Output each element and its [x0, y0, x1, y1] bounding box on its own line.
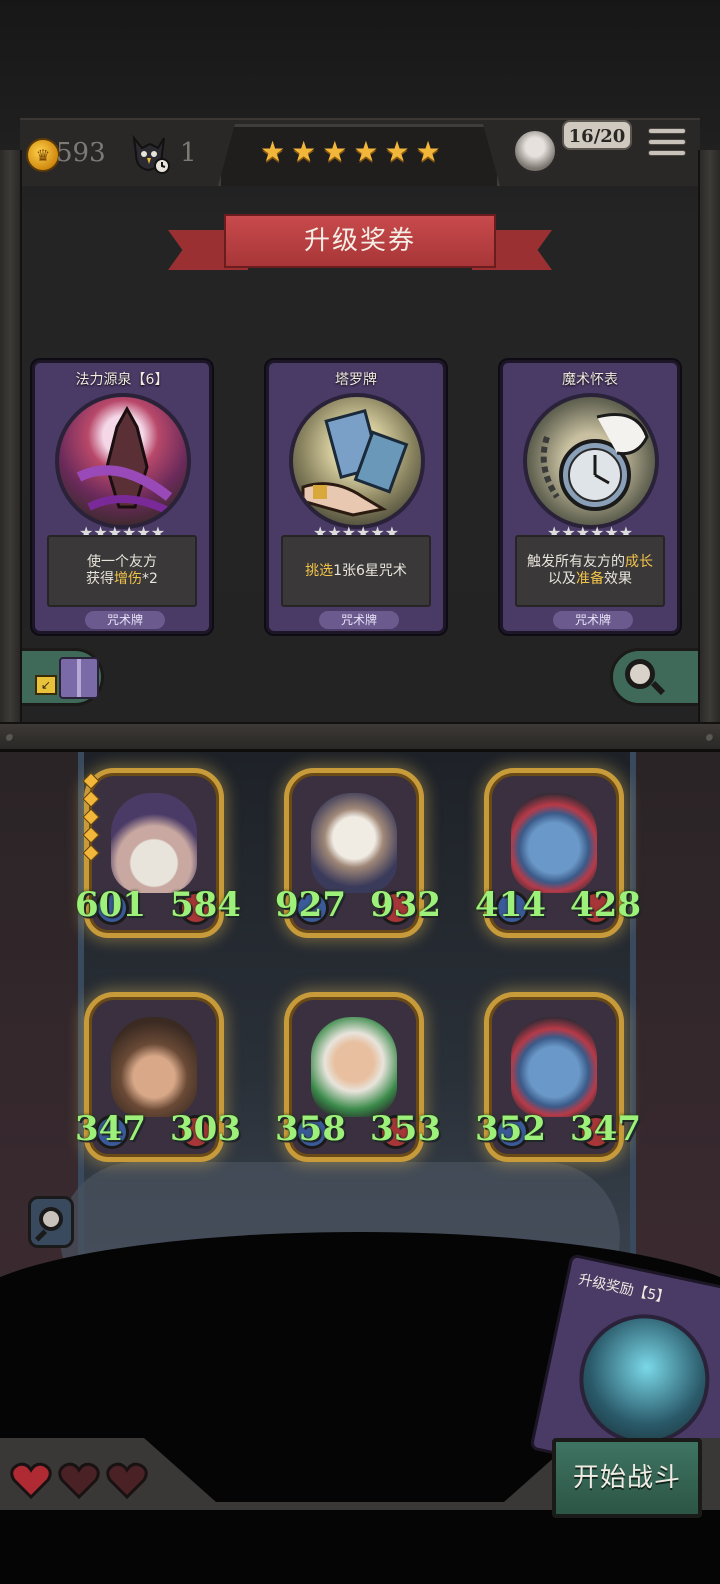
rivet — [6, 734, 14, 742]
card-title: 塔罗牌 — [335, 372, 377, 388]
scientist-portrait — [311, 1017, 397, 1117]
mage-figure — [76, 405, 182, 521]
card-title: 法力源泉【6】 — [75, 372, 169, 388]
spell-card-tarot[interactable]: 塔罗牌 ★★★★★★ 挑选1张6星咒术 咒术牌 — [266, 360, 446, 634]
frame-left — [0, 150, 22, 740]
health-value: 353 — [370, 1109, 441, 1149]
keyword-text: 挑选 — [305, 562, 334, 579]
heart-icon — [10, 1462, 52, 1500]
troll-portrait — [511, 1017, 597, 1117]
board-search-button[interactable] — [28, 1196, 74, 1248]
card-type-label: 咒术牌 — [85, 611, 165, 629]
gold-coin-icon: ♛ — [26, 138, 60, 172]
magnifier-handle — [34, 1229, 48, 1242]
magnifier-icon — [39, 1207, 63, 1231]
level-diamond-icon — [82, 790, 100, 808]
pocket-watch-figure — [540, 413, 649, 511]
magnifier-handle — [650, 680, 666, 696]
start-battle-button[interactable]: 开始战斗 — [552, 1438, 702, 1518]
hero-card[interactable]: 358 353 — [275, 992, 441, 1162]
hero-card[interactable]: 352 347 — [475, 992, 641, 1162]
card-description: 使一个友方 获得增伤*2 — [47, 535, 197, 607]
hero-card[interactable]: 927 932 — [275, 768, 441, 938]
troll-portrait — [511, 793, 597, 893]
hero-card[interactable]: 347 303 — [75, 992, 241, 1162]
health-value: 932 — [370, 885, 441, 925]
card-description: 触发所有友方的成长以及准备效果 — [515, 535, 665, 607]
star-icon: ★ — [415, 135, 441, 168]
wizard-portrait — [111, 793, 197, 893]
gift-box-icon — [59, 657, 99, 699]
battle-board: 601 584 927 932 414 428 347 303 358 353 — [0, 752, 720, 1584]
desc-text: 1张6星咒术 — [333, 562, 407, 579]
cowboy-portrait — [111, 1017, 197, 1117]
keyword-text: 成长 — [625, 554, 653, 570]
heart-icon — [58, 1462, 100, 1500]
spell-card-magic-watch[interactable]: 魔术怀表 ★★★★★★ 触发所有友方的成长 以及准备效果 咒术牌 — [500, 360, 680, 634]
health-value: 428 — [570, 885, 641, 925]
opponent-avatar[interactable] — [512, 128, 558, 174]
level-diamond-icon — [82, 844, 100, 862]
desc-text: *2 — [142, 571, 158, 587]
star-icon: ★ — [353, 135, 379, 168]
attack-value: 352 — [475, 1109, 546, 1149]
card-art — [289, 393, 425, 529]
heart-icon — [106, 1462, 148, 1500]
attack-value: 358 — [275, 1109, 346, 1149]
level-diamond-icon — [82, 826, 100, 844]
crow-timer-icon — [132, 134, 170, 174]
card-art — [523, 393, 659, 529]
health-value: 347 — [570, 1109, 641, 1149]
menu-bar — [648, 128, 686, 134]
card-description: 挑选1张6星咒术 — [281, 535, 431, 607]
desc-text: 效果 — [604, 571, 632, 587]
desc-text: 以及 — [548, 571, 576, 587]
title-ribbon: 升级奖券 — [168, 208, 552, 276]
attack-value: 414 — [475, 885, 546, 925]
board-count-badge: 16/20 — [562, 120, 632, 150]
card-title: 魔术怀表 — [562, 372, 618, 388]
keyword-text: 准备 — [576, 571, 604, 587]
menu-bar — [648, 150, 686, 156]
attack-value: 927 — [275, 885, 346, 925]
rivet — [706, 734, 714, 742]
frame-right — [698, 150, 720, 740]
health-value: 584 — [170, 885, 241, 925]
tier-stars: ★ ★ ★ ★ ★ ★ — [260, 138, 441, 166]
frame-bottom — [0, 722, 720, 752]
arrow-icon: ↙ — [35, 675, 57, 695]
search-button[interactable] — [610, 648, 710, 706]
panel-title: 升级奖券 — [224, 214, 496, 268]
bunny-portrait — [311, 793, 397, 893]
star-icon: ★ — [322, 135, 348, 168]
menu-button[interactable] — [648, 128, 686, 164]
keyword-text: 增伤 — [114, 571, 143, 587]
attack-value: 347 — [75, 1109, 146, 1149]
upgrade-reward-title: 升级奖励【5】 — [577, 1271, 672, 1307]
tarot-cards-figure — [301, 408, 409, 517]
star-icon: ★ — [291, 135, 317, 168]
card-type-label: 咒术牌 — [319, 611, 399, 629]
shop-panel: ★ ★ ★ ★ ★ ★ ♛ 593 1 16/20 升级奖券 法力源泉【6】 ★… — [0, 0, 720, 752]
level-diamond-icon — [82, 808, 100, 826]
hero-card[interactable]: 414 428 — [475, 768, 641, 938]
attack-value: 601 — [75, 885, 146, 925]
health-value: 303 — [170, 1109, 241, 1149]
gift-button[interactable]: ↙ — [14, 648, 104, 706]
gold-value: 593 — [56, 138, 106, 168]
crow-count: 1 — [180, 138, 197, 168]
spell-card-mana-spring[interactable]: 法力源泉【6】 ★★★★★★ 使一个友方 获得增伤*2 咒术牌 — [32, 360, 212, 634]
card-type-label: 咒术牌 — [553, 611, 633, 629]
card-art — [55, 393, 191, 529]
spellbook-art — [567, 1302, 720, 1457]
star-icon: ★ — [260, 135, 286, 168]
menu-bar — [648, 139, 686, 145]
desc-text: 触发所有友方的 — [527, 554, 625, 570]
hero-card[interactable]: 601 584 — [75, 768, 241, 938]
star-icon: ★ — [384, 135, 410, 168]
